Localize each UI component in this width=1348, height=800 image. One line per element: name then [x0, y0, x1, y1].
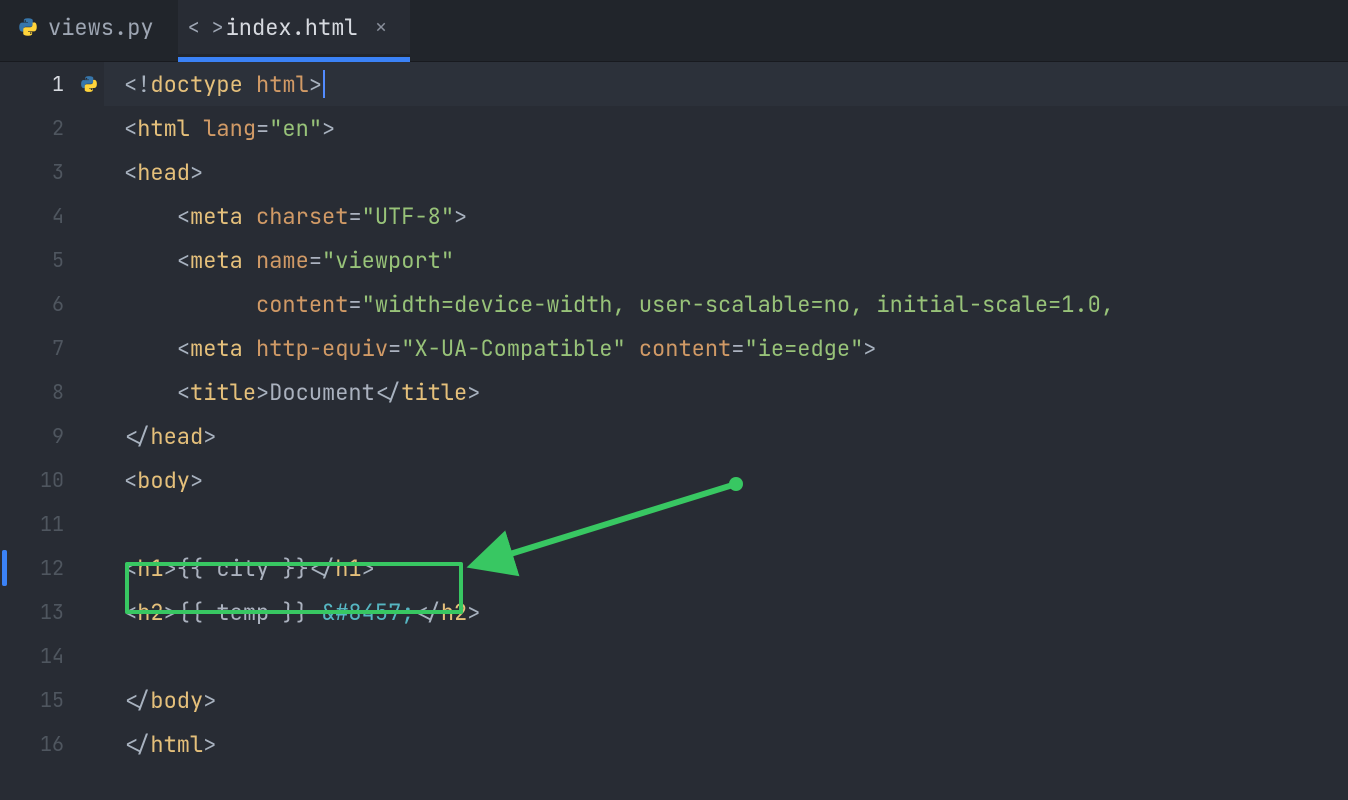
editor-app: views.py < > index.html ✕ 1 2 3 4 5 6 7 …	[0, 0, 1348, 800]
code-line[interactable]: <body>	[104, 458, 1348, 502]
code-line[interactable]: <h1>{{ city }}</h1>	[104, 546, 1348, 590]
code-line[interactable]: </body>	[104, 678, 1348, 722]
python-icon	[80, 75, 98, 93]
code-line[interactable]: <title>Document</title>	[104, 370, 1348, 414]
tab-views-py[interactable]: views.py	[0, 0, 178, 54]
code-line[interactable]: <meta http-equiv="X-UA-Compatible" conte…	[104, 326, 1348, 370]
code-line[interactable]: <head>	[104, 150, 1348, 194]
line-number: 6	[0, 282, 74, 326]
code-editor[interactable]: 1 2 3 4 5 6 7 8 9 10 11 12 13 14 15 16 <…	[0, 62, 1348, 800]
close-icon[interactable]: ✕	[376, 16, 387, 39]
caret	[323, 70, 325, 98]
code-line[interactable]: <meta charset="UTF-8">	[104, 194, 1348, 238]
code-line[interactable]	[104, 634, 1348, 678]
code-line[interactable]: <meta name="viewport"	[104, 238, 1348, 282]
line-number: 4	[0, 194, 74, 238]
tab-index-html[interactable]: < > index.html ✕	[178, 0, 411, 54]
tab-bar: views.py < > index.html ✕	[0, 0, 1348, 62]
gutter-line-numbers: 1 2 3 4 5 6 7 8 9 10 11 12 13 14 15 16	[0, 62, 74, 800]
code-line[interactable]: <html lang="en">	[104, 106, 1348, 150]
line-number: 13	[0, 590, 74, 634]
code-line[interactable]: <h2>{{ temp }} &#8457;</h2>	[104, 590, 1348, 634]
code-line[interactable]: </head>	[104, 414, 1348, 458]
line-number: 12	[0, 546, 74, 590]
line-number: 14	[0, 634, 74, 678]
tab-label: index.html	[226, 13, 358, 42]
line-number: 7	[0, 326, 74, 370]
line-number: 15	[0, 678, 74, 722]
line-number: 10	[0, 458, 74, 502]
code-line[interactable]	[104, 502, 1348, 546]
tab-label: views.py	[48, 13, 154, 42]
line-number: 11	[0, 502, 74, 546]
line-number: 5	[0, 238, 74, 282]
code-content[interactable]: <!doctype html> <html lang="en"> <head> …	[104, 62, 1348, 800]
line-number: 16	[0, 722, 74, 766]
code-line[interactable]: content="width=device-width, user-scalab…	[104, 282, 1348, 326]
line-number: 9	[0, 414, 74, 458]
code-line[interactable]: <!doctype html>	[104, 62, 1348, 106]
line-number: 2	[0, 106, 74, 150]
html-angle-brackets-icon: < >	[196, 17, 216, 37]
line-number: 3	[0, 150, 74, 194]
code-line[interactable]: </html>	[104, 722, 1348, 766]
line-number: 1	[0, 62, 74, 106]
line-number: 8	[0, 370, 74, 414]
gutter-icons	[74, 62, 104, 800]
python-icon	[18, 17, 38, 37]
